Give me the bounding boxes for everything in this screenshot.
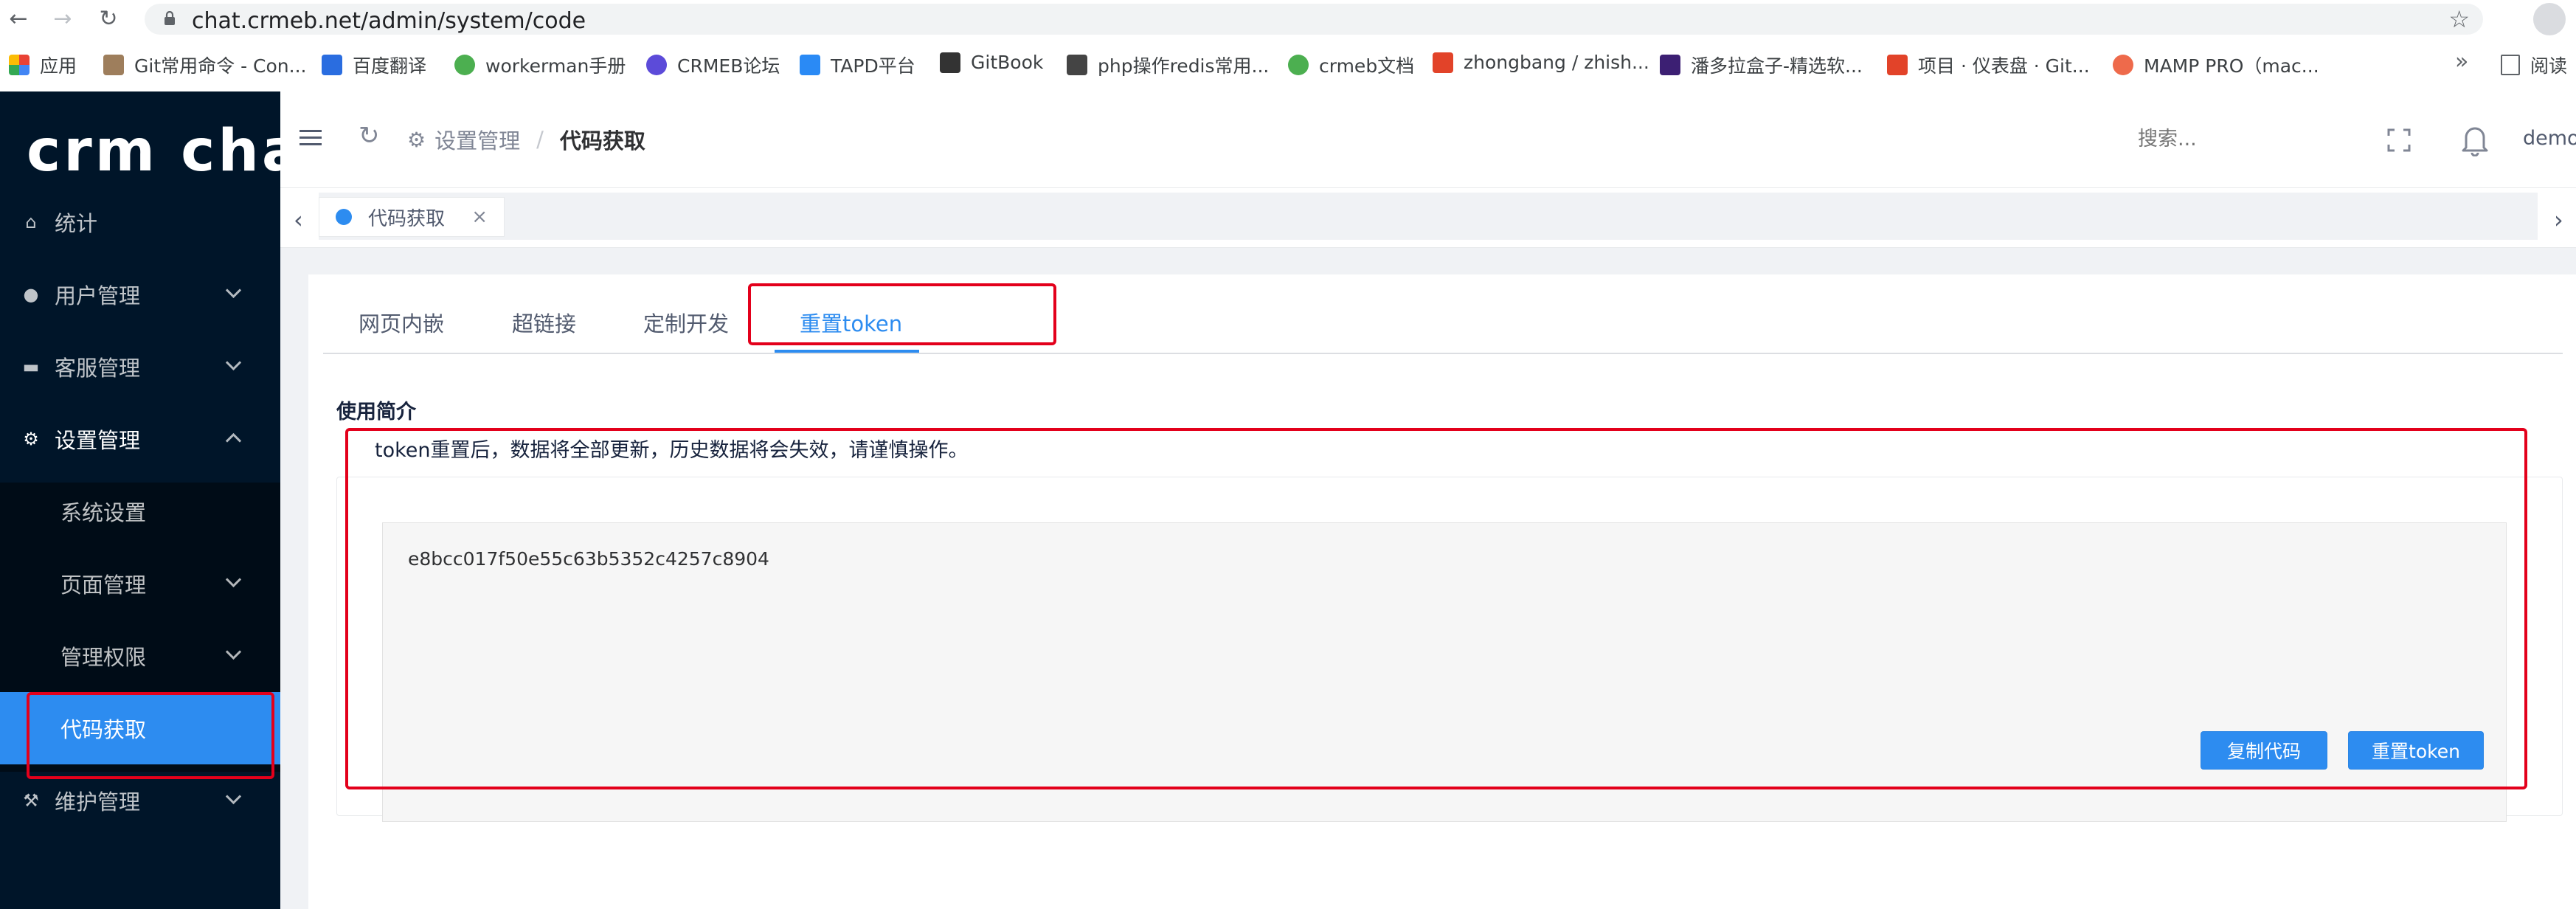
bookmark-item[interactable]: CRMEB论坛 (646, 52, 780, 78)
refresh-icon[interactable]: ↻ (359, 121, 380, 151)
address-bar[interactable]: chat.crmeb.net/admin/system/code ☆ (145, 4, 2483, 35)
breadcrumb-parent[interactable]: 设置管理 (434, 124, 520, 155)
menu-toggle-icon[interactable] (300, 130, 322, 146)
bookmark-item[interactable]: workerman手册 (454, 52, 626, 78)
bookmark-item[interactable]: TAPD平台 (800, 52, 915, 78)
sidebar-item-service[interactable]: ▬ 客服管理 (0, 331, 280, 403)
bookmark-favicon (454, 55, 475, 75)
active-dot-icon (336, 209, 352, 225)
tags-track: 代码获取 × (319, 193, 2538, 240)
reload-icon[interactable]: ↻ (94, 4, 122, 32)
section-title: 使用简介 (336, 401, 416, 424)
sidebar: crm chat ⌂ 统计 ● 用户管理 ▬ 客服管理 ⚙ 设置管理 系统设置 … (0, 91, 331, 909)
back-arrow-icon[interactable]: ← (4, 4, 32, 32)
bookmark-item[interactable]: GitBook (940, 52, 1043, 73)
bookmark-item[interactable]: crmeb文档 (1288, 52, 1414, 78)
wrench-icon: ⚒ (23, 790, 39, 811)
gitlab-icon (1433, 52, 1453, 73)
bookmark-favicon (1288, 55, 1309, 75)
chevron-down-icon (225, 354, 242, 371)
chevron-down-icon (225, 282, 242, 299)
submenu-item-system[interactable]: 系统设置 (0, 475, 280, 547)
browser-toolbar: ← → ↻ chat.crmeb.net/admin/system/code ☆ (0, 0, 2576, 39)
bookmark-item[interactable]: zhongbang / zhish... (1433, 52, 1649, 73)
sidebar-item-stats[interactable]: ⌂ 统计 (0, 186, 280, 258)
tab-hyperlink[interactable]: 超链接 (512, 307, 576, 338)
tab-embed[interactable]: 网页内嵌 (359, 307, 444, 338)
chevron-left-icon[interactable]: ‹ (294, 206, 303, 234)
sidebar-item-users[interactable]: ● 用户管理 (0, 258, 280, 331)
bell-icon[interactable] (2460, 122, 2490, 156)
bookmark-favicon (800, 55, 820, 75)
annotation-box-tab (748, 283, 1056, 345)
gitlab-icon (1887, 55, 1908, 75)
url-text[interactable]: chat.crmeb.net/admin/system/code (192, 8, 586, 34)
tabs: 网页内嵌 超链接 定制开发 重置token (323, 288, 2563, 354)
apps-grid-icon (9, 55, 30, 75)
bookmark-apps[interactable]: 应用 (9, 52, 77, 78)
tab-tag-code[interactable]: 代码获取 × (319, 197, 505, 237)
bookmark-favicon (322, 55, 342, 75)
user-name[interactable]: demo (2523, 127, 2576, 150)
chevron-right-icon[interactable]: › (2554, 206, 2563, 234)
top-header: ↻ ⚙ 设置管理 / 代码获取 demo (280, 91, 2576, 187)
close-icon[interactable]: × (471, 206, 488, 228)
bookmark-item[interactable]: 潘多拉盒子-精选软... (1660, 52, 1863, 78)
bookmark-item[interactable]: 百度翻译 (322, 52, 426, 78)
active-tab-indicator (775, 350, 919, 353)
chat-icon: ▬ (22, 356, 40, 377)
annotation-box-menu (27, 692, 274, 779)
bookmark-star-icon[interactable]: ☆ (2448, 5, 2470, 33)
gear-icon: ⚙ (407, 127, 426, 152)
user-icon: ● (23, 284, 39, 305)
sidebar-item-settings[interactable]: ⚙ 设置管理 (0, 403, 280, 475)
annotation-box-content (345, 428, 2527, 789)
reading-list[interactable]: 阅读 (2501, 52, 2567, 78)
bookmark-favicon (2113, 55, 2133, 75)
bookmark-item[interactable]: php操作redis常用... (1067, 52, 1269, 78)
bookmark-item[interactable]: Git常用命令 - Con... (103, 52, 306, 78)
bookmark-item[interactable]: MAMP PRO（mac... (2113, 52, 2319, 78)
chevron-down-icon (225, 788, 242, 805)
bookmark-favicon (1660, 55, 1680, 75)
bookmark-favicon (1067, 55, 1087, 75)
submenu-item-pages[interactable]: 页面管理 (0, 547, 280, 620)
chevron-down-icon (225, 571, 242, 588)
lock-icon (165, 11, 175, 25)
bookmark-favicon (646, 55, 667, 75)
tab-custom-dev[interactable]: 定制开发 (643, 307, 729, 338)
bookmark-item[interactable]: 项目 · 仪表盘 · Git... (1887, 52, 2090, 78)
gear-icon: ⚙ (23, 429, 39, 449)
reading-list-icon (2501, 55, 2520, 75)
submenu-item-permissions[interactable]: 管理权限 (0, 620, 280, 692)
chevron-up-icon (225, 432, 242, 449)
profile-avatar-icon[interactable] (2533, 3, 2566, 35)
bookmark-favicon (103, 55, 124, 75)
chevron-down-icon (225, 643, 242, 660)
bookmarks-bar: 应用 Git常用命令 - Con... 百度翻译 workerman手册 CRM… (0, 38, 2576, 92)
breadcrumb-current: 代码获取 (559, 128, 645, 153)
forward-arrow-icon[interactable]: → (49, 4, 77, 32)
search-input[interactable] (2136, 127, 2361, 151)
fullscreen-icon[interactable] (2387, 128, 2411, 152)
home-icon: ⌂ (25, 212, 37, 232)
book-icon (940, 52, 960, 73)
tags-bar: ‹ 代码获取 × › (280, 187, 2576, 248)
breadcrumb-separator: / (536, 127, 544, 152)
breadcrumb: ⚙ 设置管理 / 代码获取 (407, 124, 645, 155)
more-bookmarks-icon[interactable]: » (2455, 49, 2468, 75)
